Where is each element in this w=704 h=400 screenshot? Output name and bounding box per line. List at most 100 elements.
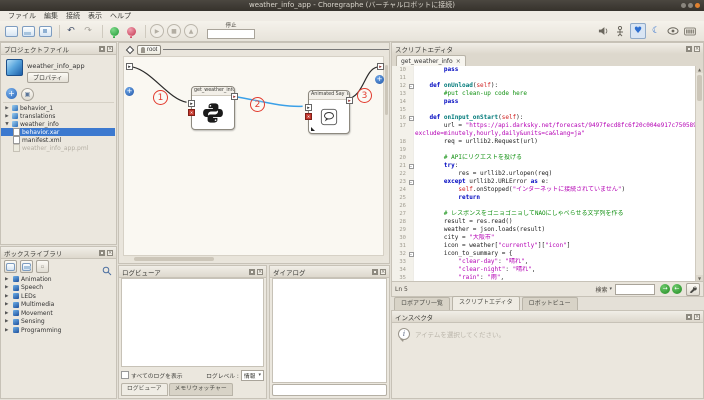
stop-button[interactable]: ■	[167, 24, 181, 38]
new-project-button[interactable]	[4, 24, 18, 38]
box-input-onstart-port[interactable]: ▸	[188, 100, 195, 107]
close-panel-icon[interactable]: ×	[107, 46, 113, 52]
box-library-item-Sensing[interactable]: ▶Sensing	[1, 318, 115, 327]
search-input[interactable]	[615, 284, 655, 295]
breadcrumb-root-button[interactable]: root	[137, 45, 161, 55]
flow-box-get-weather-info[interactable]: get_weather_info ▸ ✕ ▸	[191, 86, 235, 130]
expander-icon[interactable]: ▶	[4, 114, 10, 119]
connect-button[interactable]	[107, 24, 121, 38]
tree-item-behavior.xar[interactable]: behavior.xar	[1, 128, 115, 136]
search-previous-button[interactable]: ←	[672, 284, 682, 294]
open-project-button[interactable]	[21, 24, 35, 38]
editor-settings-button[interactable]	[686, 283, 700, 296]
diagram-output-port[interactable]: ▸	[377, 63, 384, 70]
fold-gutter[interactable]: −	[407, 250, 415, 258]
open-box-library-button[interactable]	[20, 260, 33, 273]
scrollbar-thumb[interactable]	[697, 75, 702, 101]
undock-panel-icon[interactable]	[249, 269, 255, 275]
box-output-port[interactable]: ▸	[346, 97, 353, 104]
editor-vertical-scrollbar[interactable]: ▲ ▼	[695, 66, 703, 282]
disconnect-button[interactable]	[124, 24, 138, 38]
close-panel-icon[interactable]: ×	[107, 250, 113, 256]
stop-word-input[interactable]	[207, 29, 255, 39]
undock-panel-icon[interactable]	[686, 314, 692, 320]
box-library-item-Programming[interactable]: ▶Programming	[1, 326, 115, 335]
undock-panel-icon[interactable]	[99, 46, 105, 52]
expander-icon[interactable]: ▶	[5, 311, 11, 316]
menu-編集[interactable]: 編集	[44, 11, 58, 21]
minimize-icon[interactable]	[681, 3, 686, 8]
close-panel-icon[interactable]: ×	[694, 46, 700, 52]
tree-item-weather_info_app.pml[interactable]: weather_info_app.pml	[1, 144, 115, 152]
add-input-port-button[interactable]: +	[125, 87, 134, 96]
fold-gutter[interactable]: −	[407, 162, 415, 170]
box-library-item-Multimedia[interactable]: ▶Multimedia	[1, 301, 115, 310]
expander-icon[interactable]: ▶	[5, 285, 11, 290]
expander-icon[interactable]: ▶	[5, 328, 11, 333]
box-output-port[interactable]: ▸	[231, 93, 238, 100]
wake-up-button[interactable]	[613, 24, 627, 38]
flow-box-animated-say-text[interactable]: Animated Say Tex ▸ ✕ ▸	[308, 90, 350, 134]
expander-icon[interactable]: ▶	[5, 319, 11, 324]
box-input-onstop-port[interactable]: ✕	[188, 109, 195, 116]
close-tab-icon[interactable]: ×	[456, 58, 461, 65]
tab-ログビューア[interactable]: ログビューア	[121, 383, 168, 396]
tab-ロボアプリ一覧[interactable]: ロボアプリ一覧	[394, 297, 450, 310]
fold-icon[interactable]: −	[409, 116, 414, 121]
canvas-vertical-scrollbar[interactable]	[384, 57, 388, 255]
menu-ヘルプ[interactable]: ヘルプ	[110, 11, 131, 21]
log-output-area[interactable]	[121, 278, 264, 367]
close-icon[interactable]	[695, 3, 700, 8]
code-editor[interactable]: 10 pass1112− def onUnload(self):13 #put …	[392, 66, 696, 282]
show-all-logs-checkbox[interactable]	[121, 371, 129, 379]
fold-gutter[interactable]: −	[407, 178, 415, 186]
box-library-item-Animation[interactable]: ▶Animation	[1, 275, 115, 284]
undock-panel-icon[interactable]	[372, 269, 378, 275]
expander-icon[interactable]: ▶	[5, 302, 11, 307]
import-content-button[interactable]: ▣	[21, 88, 34, 101]
autonomous-life-button[interactable]	[666, 24, 680, 38]
tab-スクリプトエディタ[interactable]: スクリプトエディタ	[452, 296, 520, 310]
tab-ロボットビュー[interactable]: ロボットビュー	[522, 297, 578, 310]
new-box-library-button[interactable]	[4, 260, 17, 273]
vitality-toggle[interactable]: ♥	[630, 23, 646, 39]
properties-button[interactable]: プロパティ	[27, 72, 69, 83]
volume-button[interactable]	[596, 24, 610, 38]
menu-ファイル[interactable]: ファイル	[8, 11, 36, 21]
close-panel-icon[interactable]: ×	[257, 269, 263, 275]
box-input-onstart-port[interactable]: ▸	[305, 104, 312, 111]
flow-canvas[interactable]: ▸ + ▸ + get_weather_info ▸ ✕ ▸ Animated	[123, 56, 384, 256]
dialog-input[interactable]	[272, 384, 387, 396]
expander-icon[interactable]: ▶	[5, 277, 11, 282]
dialog-output-area[interactable]	[272, 278, 387, 383]
fold-icon[interactable]: −	[409, 180, 414, 185]
library-options-button[interactable]: ▫	[36, 260, 49, 273]
debug-button[interactable]: ▲	[184, 24, 198, 38]
undock-panel-icon[interactable]	[99, 250, 105, 256]
tree-item-weather_info[interactable]: ▼weather_info	[1, 120, 115, 128]
undo-button[interactable]: ↶	[64, 24, 78, 38]
box-input-onstop-port[interactable]: ✕	[305, 113, 312, 120]
fold-icon[interactable]: −	[409, 252, 414, 257]
box-library-item-Speech[interactable]: ▶Speech	[1, 284, 115, 293]
play-button[interactable]: ▶	[150, 24, 164, 38]
search-mode-dropdown[interactable]: 検索 ▾	[595, 285, 612, 294]
sleep-button[interactable]: ☾	[649, 24, 663, 38]
redo-button[interactable]: ↷	[81, 24, 95, 38]
scroll-up-icon[interactable]: ▲	[696, 66, 703, 73]
maximize-icon[interactable]	[688, 3, 693, 8]
expander-icon[interactable]: ▶	[4, 106, 10, 111]
tree-item-translations[interactable]: ▶translations	[1, 112, 115, 120]
fold-icon[interactable]: −	[409, 84, 414, 89]
tree-item-manifest.xml[interactable]: manifest.xml	[1, 136, 115, 144]
fold-gutter[interactable]: −	[407, 82, 415, 90]
add-output-port-button[interactable]: +	[375, 75, 384, 84]
diagram-input-port[interactable]: ▸	[126, 63, 133, 70]
box-library-item-LEDs[interactable]: ▶LEDs	[1, 292, 115, 301]
undock-panel-icon[interactable]	[686, 46, 692, 52]
tab-メモリウォッチャー[interactable]: メモリウォッチャー	[169, 383, 233, 396]
box-library-item-Movement[interactable]: ▶Movement	[1, 309, 115, 318]
close-panel-icon[interactable]: ×	[380, 269, 386, 275]
add-content-button[interactable]: +	[6, 88, 17, 99]
expander-icon[interactable]: ▶	[5, 294, 11, 299]
